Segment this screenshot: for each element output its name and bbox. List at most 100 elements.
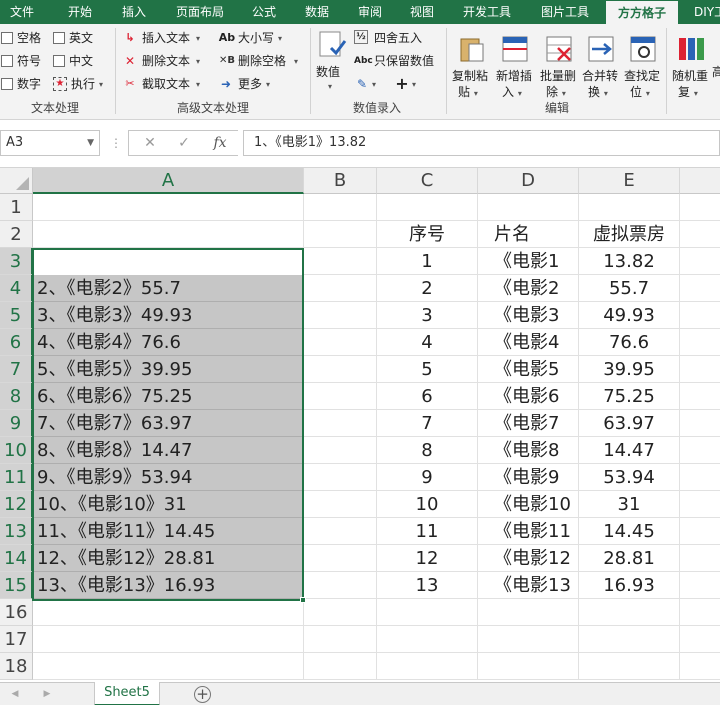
cell-c7[interactable]: 5 xyxy=(377,356,478,383)
cell-e5[interactable]: 49.93 xyxy=(579,302,680,329)
cell-b3[interactable] xyxy=(304,248,377,275)
cell-f14[interactable] xyxy=(680,545,720,572)
cell-f15[interactable] xyxy=(680,572,720,599)
cell-b13[interactable] xyxy=(304,518,377,545)
cell-d11[interactable]: 《电影9 xyxy=(478,464,579,491)
cell-b16[interactable] xyxy=(304,599,377,626)
add-sheet-icon[interactable]: + xyxy=(194,686,211,703)
add-value-button[interactable]: + ▾ xyxy=(394,76,424,94)
name-box[interactable]: A3 ▼ xyxy=(0,130,100,156)
cell-f18[interactable] xyxy=(680,653,720,680)
cell-a1[interactable] xyxy=(33,194,304,221)
row-header-2[interactable]: 2 xyxy=(0,221,33,248)
cell-d9[interactable]: 《电影7 xyxy=(478,410,579,437)
cell-e12[interactable]: 31 xyxy=(579,491,680,518)
formula-input[interactable]: 1、《电影1》13.82 xyxy=(243,130,720,156)
sheet-tab-sheet5[interactable]: Sheet5 xyxy=(94,682,160,705)
cell-c12[interactable]: 10 xyxy=(377,491,478,518)
row-header-1[interactable]: 1 xyxy=(0,194,33,221)
row-header-16[interactable]: 16 xyxy=(0,599,33,626)
cell-a16[interactable] xyxy=(33,599,304,626)
cell-b14[interactable] xyxy=(304,545,377,572)
cell-f5[interactable] xyxy=(680,302,720,329)
row-header-13[interactable]: 13 xyxy=(0,518,33,545)
cell-a17[interactable] xyxy=(33,626,304,653)
cell-a15[interactable]: 13、《电影13》16.93 xyxy=(33,572,304,599)
row-header-12[interactable]: 12 xyxy=(0,491,33,518)
cell-b18[interactable] xyxy=(304,653,377,680)
tab-fangfang-gezi[interactable]: 方方格子 xyxy=(606,1,678,24)
tab-data[interactable]: 数据 xyxy=(292,0,342,24)
cell-b15[interactable] xyxy=(304,572,377,599)
cell-a7[interactable]: 5、《电影5》39.95 xyxy=(33,356,304,383)
batch-delete-button[interactable]: 批量删 除 ▾ xyxy=(538,28,582,100)
value-button[interactable]: 数值 ▾ xyxy=(314,28,350,96)
cell-f4[interactable] xyxy=(680,275,720,302)
insert-function-icon[interactable]: fx xyxy=(205,131,235,155)
cell-e8[interactable]: 75.25 xyxy=(579,383,680,410)
cell-e18[interactable] xyxy=(579,653,680,680)
cell-a5[interactable]: 3、《电影3》49.93 xyxy=(33,302,304,329)
checkbox-english[interactable] xyxy=(53,32,65,44)
row-header-15[interactable]: 15 xyxy=(0,572,33,599)
checkbox-space[interactable] xyxy=(1,32,13,44)
sheet-prev-icon[interactable]: ◀ xyxy=(8,686,22,702)
row-header-8[interactable]: 8 xyxy=(0,383,33,410)
cell-d10[interactable]: 《电影8 xyxy=(478,437,579,464)
cell-a4[interactable]: 2、《电影2》55.7 xyxy=(33,275,304,302)
cell-e17[interactable] xyxy=(579,626,680,653)
checkbox-number[interactable] xyxy=(1,78,13,90)
tab-developer[interactable]: 开发工具 xyxy=(452,0,522,24)
tab-page-layout[interactable]: 页面布局 xyxy=(164,0,236,24)
tab-file[interactable]: 文件 xyxy=(0,0,44,24)
column-header-a[interactable]: A xyxy=(33,168,304,194)
cell-a6[interactable]: 4、《电影4》76.6 xyxy=(33,329,304,356)
cell-e11[interactable]: 53.94 xyxy=(579,464,680,491)
cell-e3[interactable]: 13.82 xyxy=(579,248,680,275)
keep-values-button[interactable]: Abc 只保留数值 xyxy=(354,53,440,71)
cell-e4[interactable]: 55.7 xyxy=(579,275,680,302)
cell-b4[interactable] xyxy=(304,275,377,302)
cell-d14[interactable]: 《电影12 xyxy=(478,545,579,572)
cell-f6[interactable] xyxy=(680,329,720,356)
cell-c5[interactable]: 3 xyxy=(377,302,478,329)
cell-a12[interactable]: 10、《电影10》31 xyxy=(33,491,304,518)
random-repeat-button[interactable]: 随机重 复 ▾ xyxy=(670,28,712,100)
column-header-d[interactable]: D xyxy=(478,168,579,194)
delete-text-button[interactable]: ✕ 删除文本 ▾ xyxy=(122,53,208,71)
cell-c6[interactable]: 4 xyxy=(377,329,478,356)
cell-a13[interactable]: 11、《电影11》14.45 xyxy=(33,518,304,545)
cell-b10[interactable] xyxy=(304,437,377,464)
cell-a8[interactable]: 6、《电影6》75.25 xyxy=(33,383,304,410)
row-header-10[interactable]: 10 xyxy=(0,437,33,464)
formula-bar-grip-icon[interactable]: ⋮ xyxy=(110,134,122,152)
row-header-5[interactable]: 5 xyxy=(0,302,33,329)
cell-d12[interactable]: 《电影10 xyxy=(478,491,579,518)
more-button[interactable]: ➜ 更多 ▾ xyxy=(218,76,288,94)
cell-f9[interactable] xyxy=(680,410,720,437)
checkbox-symbol[interactable] xyxy=(1,55,13,67)
column-header-b[interactable]: B xyxy=(304,168,377,194)
cell-e14[interactable]: 28.81 xyxy=(579,545,680,572)
cell-c3[interactable]: 1 xyxy=(377,248,478,275)
row-header-3[interactable]: 3 xyxy=(0,248,33,275)
cell-a11[interactable]: 9、《电影9》53.94 xyxy=(33,464,304,491)
cell-c13[interactable]: 11 xyxy=(377,518,478,545)
cell-c1[interactable] xyxy=(377,194,478,221)
cell-e2[interactable]: 虚拟票房 xyxy=(579,221,680,248)
tab-home[interactable]: 开始 xyxy=(52,0,108,24)
row-header-4[interactable]: 4 xyxy=(0,275,33,302)
cell-d7[interactable]: 《电影5 xyxy=(478,356,579,383)
cell-d8[interactable]: 《电影6 xyxy=(478,383,579,410)
cell-f13[interactable] xyxy=(680,518,720,545)
tab-insert[interactable]: 插入 xyxy=(108,0,160,24)
cell-a18[interactable] xyxy=(33,653,304,680)
cell-d3[interactable]: 《电影1 xyxy=(478,248,579,275)
cell-d13[interactable]: 《电影11 xyxy=(478,518,579,545)
cell-c16[interactable] xyxy=(377,599,478,626)
cell-b11[interactable] xyxy=(304,464,377,491)
cell-d18[interactable] xyxy=(478,653,579,680)
cell-f2[interactable] xyxy=(680,221,720,248)
row-header-6[interactable]: 6 xyxy=(0,329,33,356)
row-header-17[interactable]: 17 xyxy=(0,626,33,653)
